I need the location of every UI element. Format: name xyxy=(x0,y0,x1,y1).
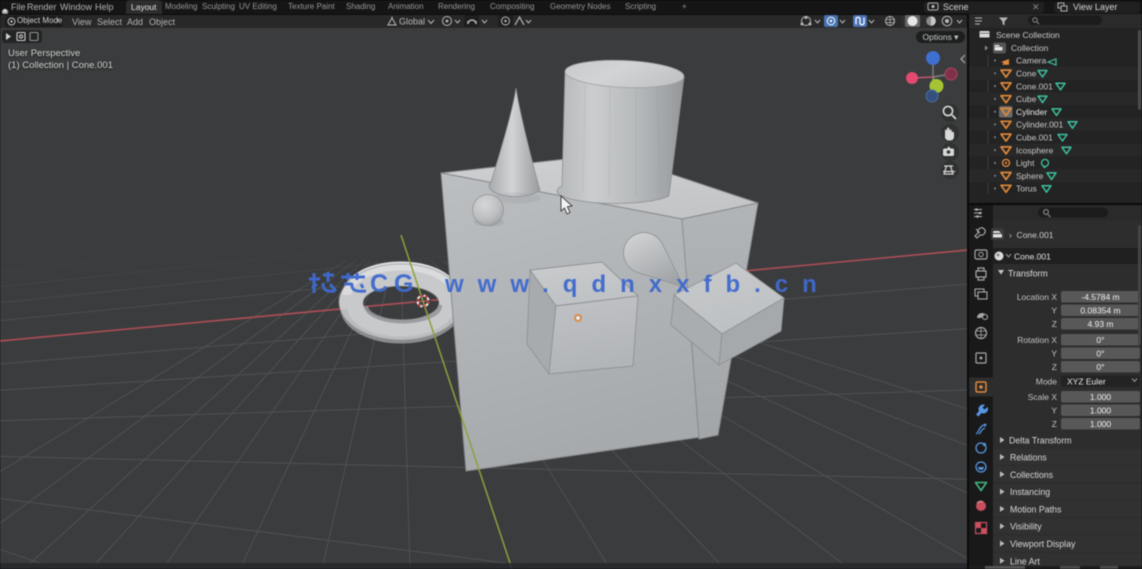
svg-text:Motion Paths: Motion Paths xyxy=(1010,504,1062,514)
svg-text:Y: Y xyxy=(1051,406,1057,416)
svg-text:Y: Y xyxy=(1051,349,1057,359)
svg-text:Mode: Mode xyxy=(1036,377,1058,387)
svg-text:CG: CG xyxy=(370,270,420,298)
svg-text:1.000: 1.000 xyxy=(1090,392,1112,402)
svg-text:Line Art: Line Art xyxy=(1010,556,1040,566)
svg-text:Z: Z xyxy=(1052,362,1057,372)
svg-text:Delta Transform: Delta Transform xyxy=(1009,436,1072,446)
svg-text:4.93 m: 4.93 m xyxy=(1088,319,1114,329)
svg-text:Icosphere: Icosphere xyxy=(1016,145,1054,155)
svg-text:Cone.001: Cone.001 xyxy=(1016,81,1053,91)
svg-text:Cylinder: Cylinder xyxy=(1016,107,1047,117)
svg-text:Light: Light xyxy=(1016,158,1035,168)
svg-text:Relations: Relations xyxy=(1010,453,1047,463)
svg-text:Location X: Location X xyxy=(1017,292,1057,302)
svg-text:0.08354 m: 0.08354 m xyxy=(1080,306,1120,316)
svg-text:Cube: Cube xyxy=(1016,94,1037,104)
svg-text:Z: Z xyxy=(1052,319,1057,329)
svg-text:Scale X: Scale X xyxy=(1028,392,1058,402)
svg-text:Transform: Transform xyxy=(1008,269,1048,279)
svg-text:Collection: Collection xyxy=(1011,43,1049,53)
svg-text:0°: 0° xyxy=(1096,335,1104,345)
svg-text:Visibility: Visibility xyxy=(1010,522,1042,532)
svg-text:XYZ Euler: XYZ Euler xyxy=(1067,377,1106,387)
svg-text:1.000: 1.000 xyxy=(1090,419,1112,429)
svg-text:Cube.001: Cube.001 xyxy=(1016,133,1053,143)
svg-text:Cone: Cone xyxy=(1016,69,1037,79)
svg-text:Z: Z xyxy=(1052,419,1057,429)
svg-text:Collections: Collections xyxy=(1010,470,1054,480)
svg-text:Sphere: Sphere xyxy=(1016,171,1044,181)
svg-text:Scene Collection: Scene Collection xyxy=(996,30,1060,40)
svg-text:Torus: Torus xyxy=(1016,184,1037,194)
svg-text:Rotation X: Rotation X xyxy=(1017,335,1057,345)
svg-text:Cone.001: Cone.001 xyxy=(1014,252,1051,262)
svg-text:1.000: 1.000 xyxy=(1090,406,1112,416)
svg-text:Instancing: Instancing xyxy=(1010,487,1050,497)
svg-text:Global: Global xyxy=(399,17,425,27)
svg-text:Cylinder.001: Cylinder.001 xyxy=(1016,120,1064,130)
svg-text:www.qdnxxfb.cn: www.qdnxxfb.cn xyxy=(444,271,831,298)
svg-text:0°: 0° xyxy=(1096,349,1104,359)
svg-text:Viewport Display: Viewport Display xyxy=(1010,539,1076,549)
svg-text:› Cone.001: › Cone.001 xyxy=(1009,230,1054,240)
svg-text:Y: Y xyxy=(1051,306,1057,316)
svg-text:0°: 0° xyxy=(1096,362,1104,372)
svg-text:-4.5784 m: -4.5784 m xyxy=(1081,292,1119,302)
svg-text:Camera: Camera xyxy=(1016,56,1047,66)
